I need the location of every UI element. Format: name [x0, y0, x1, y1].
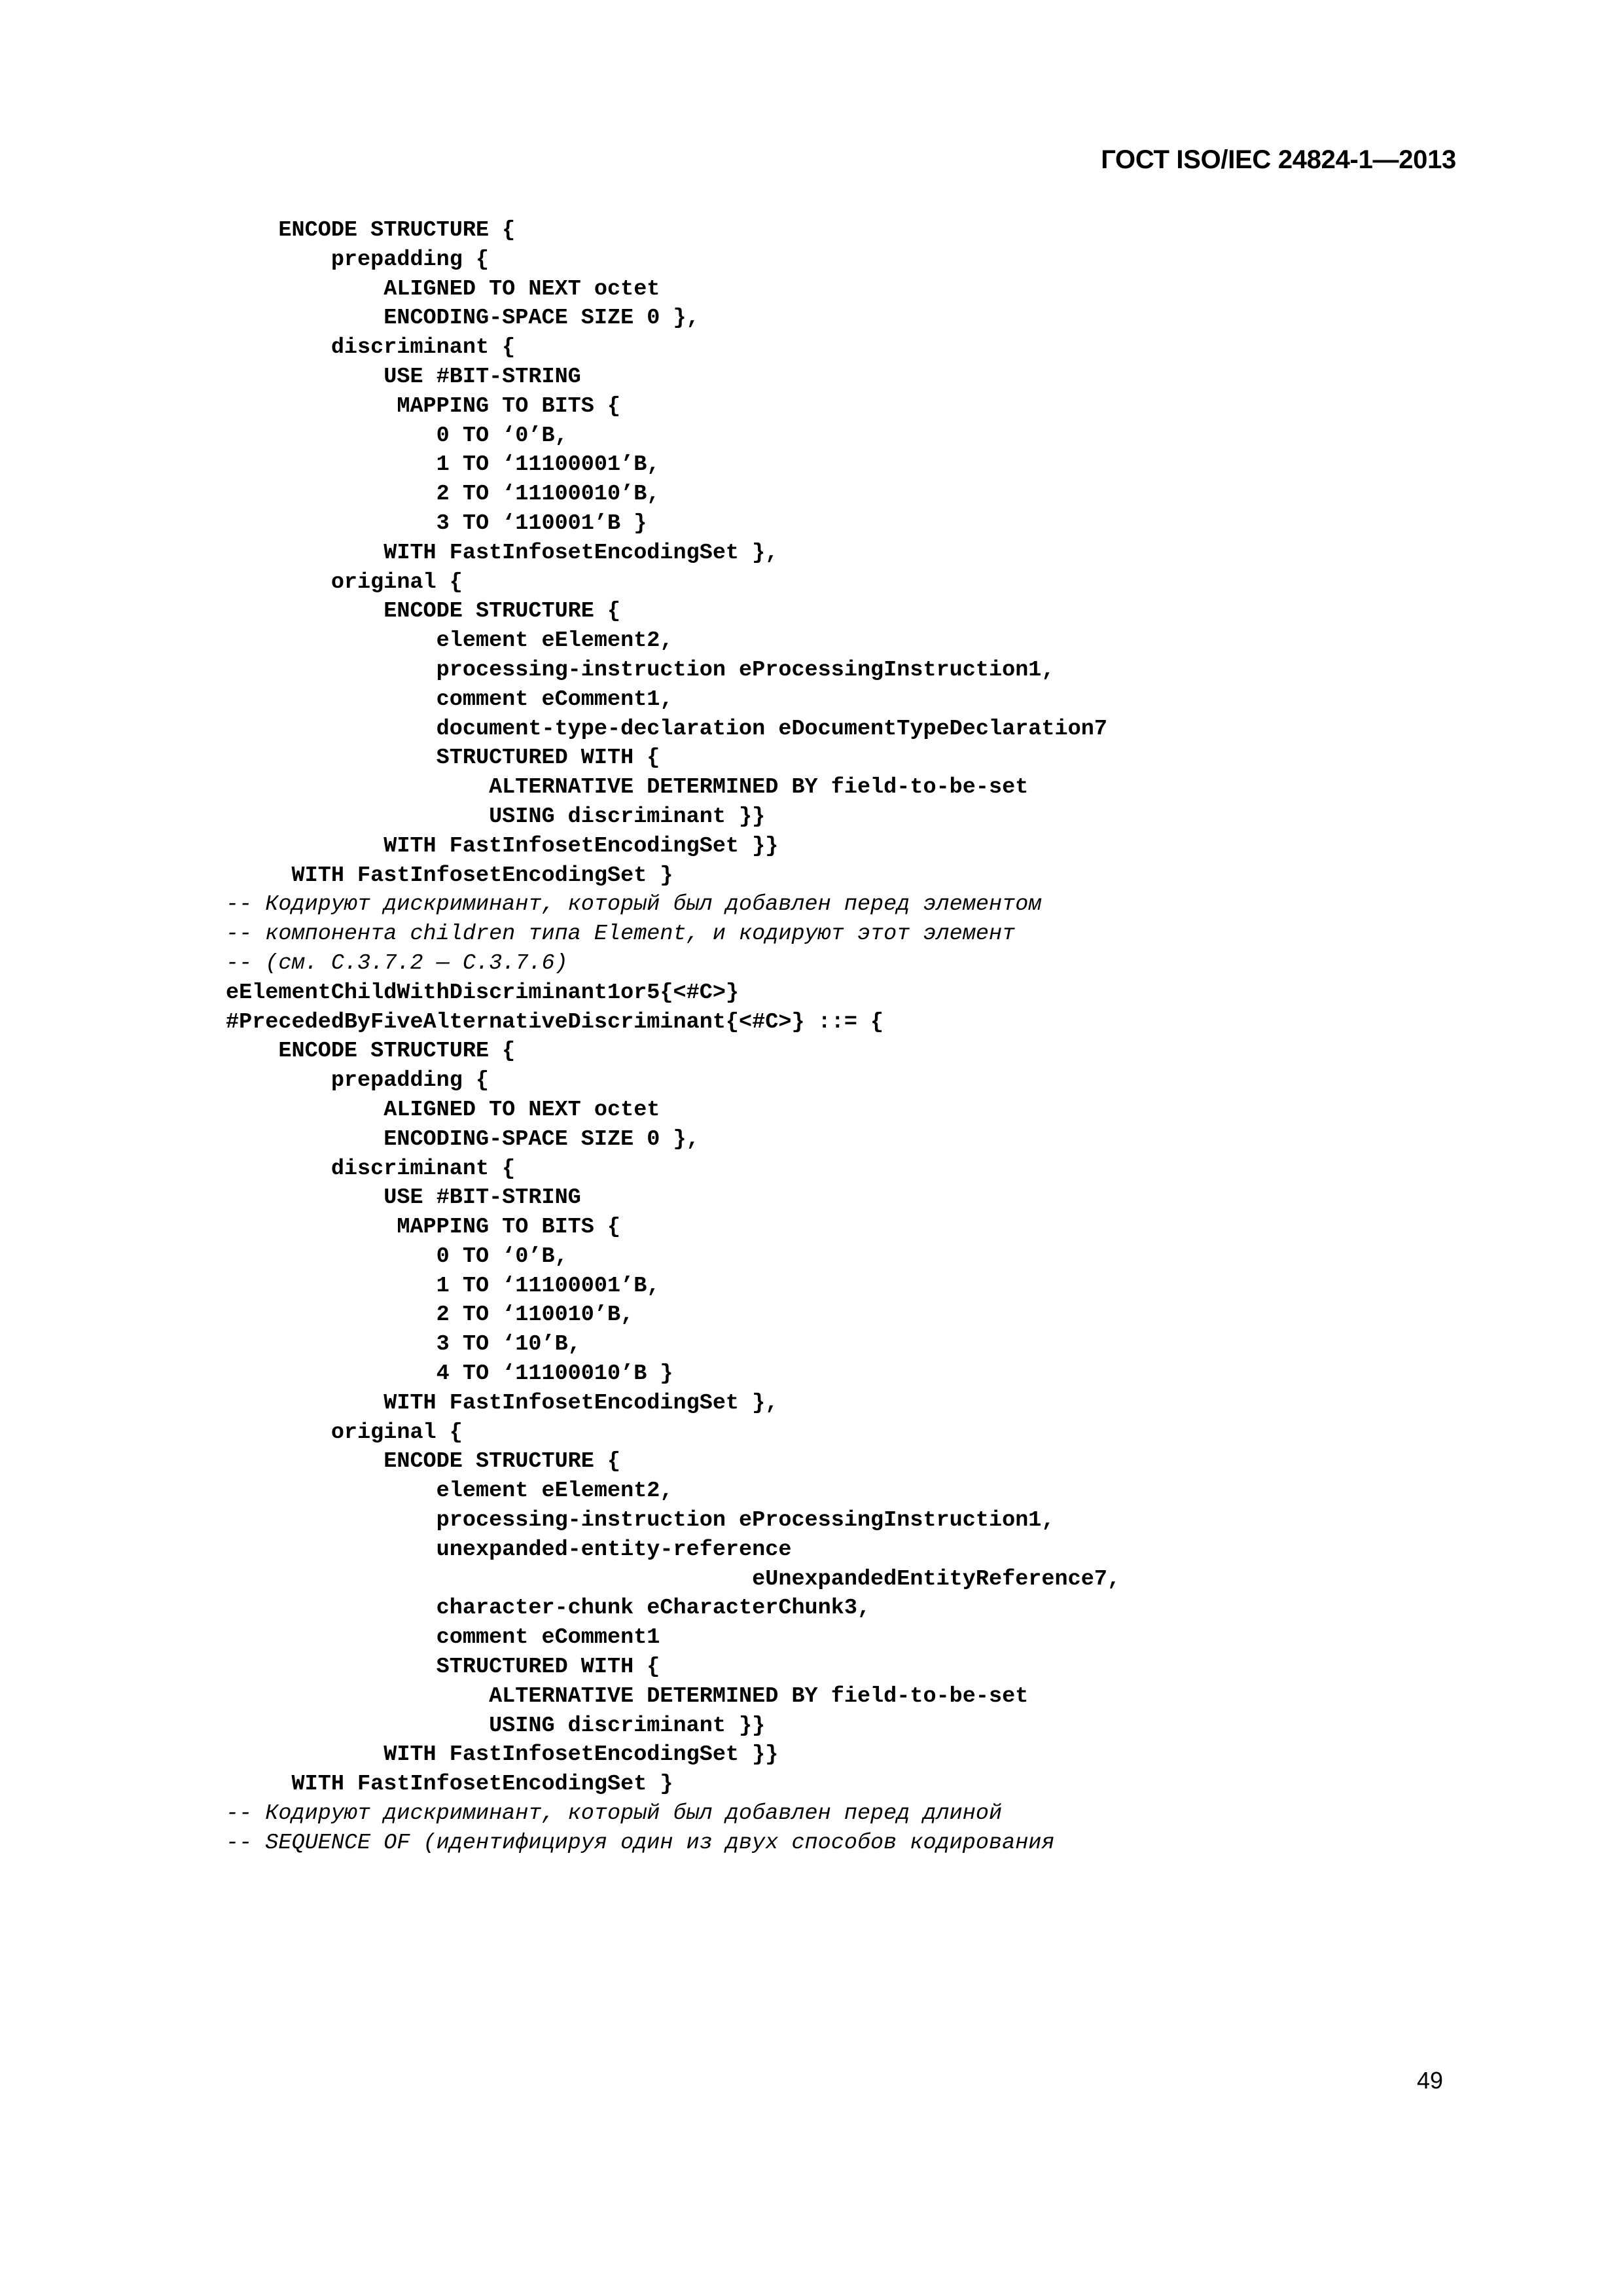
code-block-2: ENCODE STRUCTURE { prepadding { ALIGNED …: [278, 1039, 1121, 1797]
document-page: ГОСТ ISO/IEC 24824-1—2013 ENCODE STRUCTU…: [0, 0, 1623, 2296]
code-block-1: ENCODE STRUCTURE { prepadding { ALIGNED …: [278, 218, 1107, 888]
page-number: 49: [1417, 2067, 1444, 2094]
comment-block-2: -- Кодируют дискриминант, который был до…: [226, 1801, 1055, 1856]
code-listing: ENCODE STRUCTURE { prepadding { ALIGNED …: [226, 216, 1535, 1858]
page-body: ENCODE STRUCTURE { prepadding { ALIGNED …: [226, 216, 1535, 1858]
standard-header: ГОСТ ISO/IEC 24824-1—2013: [1101, 145, 1456, 174]
comment-block-1: -- Кодируют дискриминант, который был до…: [226, 892, 1042, 976]
definition-header: eElementChildWithDiscriminant1or5{<#C>} …: [226, 980, 884, 1035]
